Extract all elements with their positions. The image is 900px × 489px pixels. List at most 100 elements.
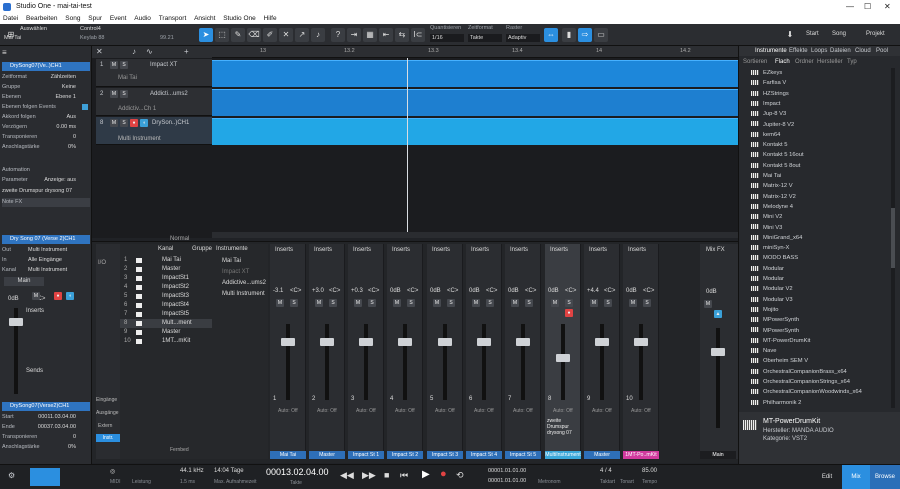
channel-fader[interactable] [595,324,609,400]
channel-fader[interactable] [9,308,23,394]
channel-fader[interactable] [634,324,648,400]
menu-item[interactable]: Studio One [223,15,256,22]
browser-item[interactable]: MODO BASS [751,253,891,263]
solo-button[interactable]: S [290,299,298,307]
browser-item[interactable]: OrchestralCompanionWoodwinds_x64 [751,387,891,397]
strip-name[interactable]: Impact St 4 [466,451,502,459]
velocity-value[interactable]: 0% [68,443,76,452]
wave-icon[interactable]: ∿ [146,47,153,56]
mute-button[interactable]: M [704,300,712,308]
inserts-label[interactable]: Inserts [353,247,371,253]
solo-button[interactable]: S [486,299,494,307]
grid-icon[interactable]: ▦ [363,28,377,42]
time-signature[interactable]: 4 / 4 [600,468,612,474]
mute-button[interactable]: M [110,90,118,98]
mute-button[interactable]: M [590,299,598,307]
automation-mode[interactable]: Auto: Off [317,408,337,414]
tab-loops[interactable]: Loops [811,48,827,54]
channel-fader[interactable] [320,324,334,400]
strip-name[interactable]: Impact St 5 [505,451,541,459]
automation-mode[interactable]: Auto: Off [513,408,533,414]
channel-row[interactable]: 10 1MT...mKit [120,337,212,346]
fader-knob[interactable] [320,338,334,346]
minimize-button[interactable]: — [846,0,854,14]
io-label[interactable]: I/O [98,260,106,266]
channel-fader[interactable] [556,324,570,400]
instrument-item[interactable]: Impact XT [222,269,249,275]
solo-button[interactable]: S [565,299,573,307]
automation-mode[interactable]: Auto: Off [435,408,455,414]
mixer-strip[interactable]: Inserts 0dB <C> M S 7 Auto: Off Impact St 5 [505,244,541,459]
loop-left[interactable]: 00001.01.01.00 [488,468,526,474]
browser-item[interactable]: Kontakt 5 16out [751,150,891,160]
subtab-flat[interactable]: Flach [775,59,790,65]
snap-select[interactable]: Adaptiv [506,34,540,42]
channel-fader[interactable] [281,324,295,400]
forward-icon[interactable]: ⇨ [578,28,592,42]
menu-item[interactable]: Song [65,15,80,22]
row-value[interactable]: 0.00 ms [56,123,76,132]
automation-mode[interactable]: Auto: Off [553,408,573,414]
nudge-icon[interactable]: ▭ [594,28,608,42]
settings-icon[interactable]: ⚙ [8,471,15,480]
track-instrument[interactable]: Mai Tai [118,75,137,81]
track-name[interactable]: Impact XT [150,62,177,68]
strip-name[interactable]: Mai Tai [270,451,306,459]
track-header[interactable]: 1 M S Impact XT Mai Tai [96,59,212,87]
channel-row[interactable]: 2 Master [120,265,212,274]
row-value[interactable]: Aus [67,113,76,122]
browser-item[interactable]: Mojito [751,305,891,315]
close-button[interactable]: ✕ [884,0,891,14]
sends-label[interactable]: Sends [26,368,43,374]
outputs-button[interactable]: Ausgänge [96,410,120,416]
menu-item[interactable]: Transport [159,15,187,22]
browser-item[interactable]: Mini V2 [751,212,891,222]
timebase-select[interactable]: Takte [468,34,502,42]
tab-instruments[interactable]: Instrumente [755,48,787,54]
monitor-button[interactable]: ◖ [140,119,148,127]
snap-toggle-icon[interactable]: ⇔ [544,28,558,42]
mixer-strip[interactable]: Inserts 0dB <C> M S ● 8 Auto: Off zweite Drumspu… [545,244,581,459]
browser-item[interactable]: EZkeys [751,68,891,78]
visibility-checkbox[interactable] [136,321,142,326]
mixfx-label[interactable]: Mix FX [706,247,725,253]
fader-knob[interactable] [398,338,412,346]
strip-name[interactable]: Impact St 2 [387,451,423,459]
mixer-strip[interactable]: Inserts +0.3 <C> M S 3 Auto: Off Impact St 1 [348,244,384,459]
browser-item[interactable]: Oberheim SEM V [751,356,891,366]
browser-item[interactable]: MT-PowerDrumKit [751,336,891,346]
quantize-select[interactable]: 1/16 [430,34,464,42]
range-tool-icon[interactable]: ⬚ [215,28,229,42]
browser-item[interactable]: Farfisa V [751,78,891,88]
solo-button[interactable]: S [604,299,612,307]
inserts-label[interactable]: Inserts [510,247,528,253]
automation-mode[interactable]: Auto: Off [278,408,298,414]
subtab-type[interactable]: Typ [847,59,857,65]
solo-button[interactable]: S [407,299,415,307]
track-header[interactable]: 2 M S Addicti...ums2 Addictiv...Ch 1 [96,88,212,116]
end-value[interactable]: 00037.03.04.00 [38,423,76,432]
automation-mode[interactable]: Auto: Off [474,408,494,414]
autoscroll-icon[interactable]: ⇆ [395,28,409,42]
monitor-button[interactable]: ◖ [66,292,74,300]
browser-item[interactable]: Melodyne 4 [751,202,891,212]
channel-fader[interactable] [359,324,373,400]
browser-item[interactable]: Matrix-12 V2 [751,192,891,202]
solo-button[interactable]: S [643,299,651,307]
track-name[interactable]: DrySon..)CH1 [152,120,189,126]
menu-item[interactable]: Event [110,15,127,22]
event-name[interactable]: DrySong07(Verse2)CH1 [2,402,90,411]
browser-item[interactable]: Impact [751,99,891,109]
out-select[interactable]: Multi Instrument [28,246,67,255]
solo-button[interactable]: S [120,61,128,69]
mute-button[interactable]: M [393,299,401,307]
time-display[interactable]: 00013.02.04.00 [266,467,329,477]
channel-row[interactable]: 1 Mai Tai [120,256,212,265]
inserts-label[interactable]: Inserts [628,247,646,253]
extern-button[interactable]: Extern [98,423,112,429]
browser-item[interactable]: Philharmonik 2 [751,398,891,408]
channel-row[interactable]: 3 ImpactSt1 [120,274,212,283]
strip-name[interactable]: 1MT-Po..mKit [623,451,659,459]
instrument-item[interactable]: Multi Instrument [222,291,265,297]
fader-knob[interactable] [359,338,373,346]
